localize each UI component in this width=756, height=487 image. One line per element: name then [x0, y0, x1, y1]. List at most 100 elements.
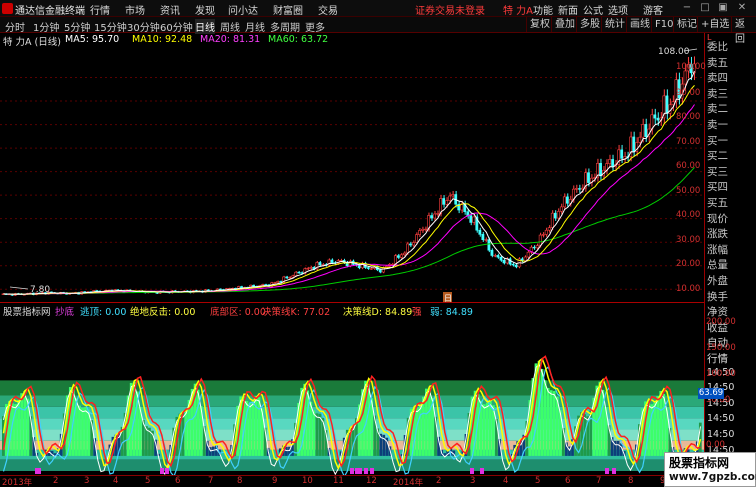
candle	[538, 234, 542, 246]
tool-back[interactable]: 返回	[731, 17, 756, 45]
menu-zixun[interactable]: 资讯	[160, 2, 180, 17]
candle	[496, 255, 500, 258]
bottom-signal-mark	[370, 468, 374, 474]
candle	[436, 213, 440, 215]
price-grid	[0, 77, 704, 290]
period-daily[interactable]: 日线	[195, 19, 215, 34]
x-tick-14: 3	[470, 476, 476, 486]
menu-hangqing[interactable]: 行情	[90, 2, 110, 17]
candle	[418, 230, 421, 235]
menu-gongneng[interactable]: 功能	[533, 2, 553, 17]
tool-diejia[interactable]: 叠加	[551, 17, 578, 32]
ma60-value: MA60: 63.72	[268, 34, 329, 45]
tool-fuquan[interactable]: 复权	[526, 17, 553, 32]
close-icon[interactable]: ✕	[735, 1, 749, 15]
bottom-signal-mark	[470, 468, 474, 474]
candle	[611, 159, 615, 167]
tool-tongji[interactable]: 统计	[601, 17, 628, 32]
maximize-icon[interactable]: ▣	[716, 1, 730, 15]
period-30min[interactable]: 30分钟	[127, 19, 160, 34]
period-60min[interactable]: 60分钟	[160, 19, 193, 34]
candle	[535, 245, 539, 249]
ma10-value: MA10: 92.48	[132, 34, 193, 45]
ind-bar	[248, 403, 252, 456]
ind-bar	[84, 407, 87, 456]
candle	[638, 136, 642, 143]
high-price-label: 108.00	[658, 47, 690, 57]
price-scale-4: 70.00	[676, 137, 701, 147]
menu-caifuquan[interactable]: 财富圈	[273, 2, 303, 17]
candle	[608, 159, 612, 164]
x-tick-17: 6	[565, 476, 571, 486]
candle	[484, 239, 488, 241]
candle	[291, 275, 295, 278]
ind-bar	[23, 390, 27, 456]
app-title: 通达信金融终端	[15, 6, 85, 17]
candlestick-chart[interactable]: 108.00 7.80 日	[0, 46, 704, 303]
period-weekly[interactable]: 周线	[220, 19, 240, 34]
candle	[445, 200, 449, 205]
candle	[357, 264, 361, 269]
x-tick-9: 10	[302, 476, 313, 486]
tool-add-favorite[interactable]: +自选	[697, 17, 732, 32]
ind-bar	[251, 400, 255, 456]
candle	[493, 255, 497, 257]
ind-bar	[312, 410, 316, 456]
candle	[288, 276, 292, 279]
x-tick-10: 11	[333, 476, 344, 486]
candle	[562, 196, 566, 208]
login-notice[interactable]: 证券交易未登录	[415, 2, 485, 17]
tool-huaxian[interactable]: 画线	[626, 17, 653, 32]
menu-xinmian[interactable]: 新面	[558, 2, 578, 17]
menu-faxian[interactable]: 发现	[195, 2, 215, 17]
candle	[433, 213, 437, 219]
candle	[240, 286, 243, 288]
restore-icon[interactable]: □	[698, 1, 712, 15]
period-15min[interactable]: 15分钟	[94, 19, 127, 34]
x-tick-0: 2013年	[2, 478, 33, 487]
period-more[interactable]: 更多	[305, 19, 325, 34]
menu-jiaoyi[interactable]: 交易	[318, 2, 338, 17]
candle	[565, 196, 569, 204]
candle	[309, 267, 313, 269]
menu-shichang[interactable]: 市场	[125, 2, 145, 17]
menu-wenxiaoda[interactable]: 问小达	[228, 2, 258, 17]
tool-biaoji[interactable]: 标记	[673, 17, 700, 32]
ind-bar	[656, 396, 660, 456]
price-scale-1: 100.00	[676, 62, 706, 72]
ind-bar	[543, 380, 547, 456]
ind-scale-1: 150.00	[706, 343, 736, 353]
minimize-icon[interactable]: −	[680, 1, 694, 15]
menu-gongshi[interactable]: 公式	[583, 2, 603, 17]
ind-scale-0: 200.00	[706, 317, 736, 327]
ind-bar	[78, 405, 81, 456]
candle	[403, 252, 406, 256]
panel-row-6: 买一	[707, 134, 728, 147]
indicator-chart[interactable]	[0, 316, 704, 475]
candle	[502, 259, 506, 264]
x-tick-12: 2014年	[393, 478, 424, 487]
x-tick-7: 8	[237, 476, 243, 486]
panel-row-8: 买三	[707, 165, 728, 178]
panel-row-25: 14:50	[707, 429, 735, 440]
period-1min[interactable]: 1分钟	[33, 19, 59, 34]
period-multi[interactable]: 多周期	[270, 19, 300, 34]
user-guest[interactable]: 游客	[643, 2, 663, 17]
price-scale-3: 80.00	[676, 112, 701, 122]
period-fenshi[interactable]: 分时	[5, 19, 25, 34]
x-tick-15: 4	[503, 476, 509, 486]
candle	[511, 263, 515, 266]
ind-scale-2: 100.00	[706, 369, 736, 379]
ind-bar	[315, 413, 319, 456]
tool-duogu[interactable]: 多股	[576, 17, 603, 32]
candle	[378, 269, 382, 273]
ind-bar	[184, 409, 188, 456]
candle	[526, 251, 530, 258]
period-5min[interactable]: 5分钟	[64, 19, 90, 34]
candle	[581, 187, 584, 190]
price-scale-10: 10.00	[676, 284, 701, 294]
candle	[490, 249, 494, 256]
menu-xuanxiang[interactable]: 选项	[608, 2, 628, 17]
candle	[412, 242, 415, 246]
period-monthly[interactable]: 月线	[245, 19, 265, 34]
